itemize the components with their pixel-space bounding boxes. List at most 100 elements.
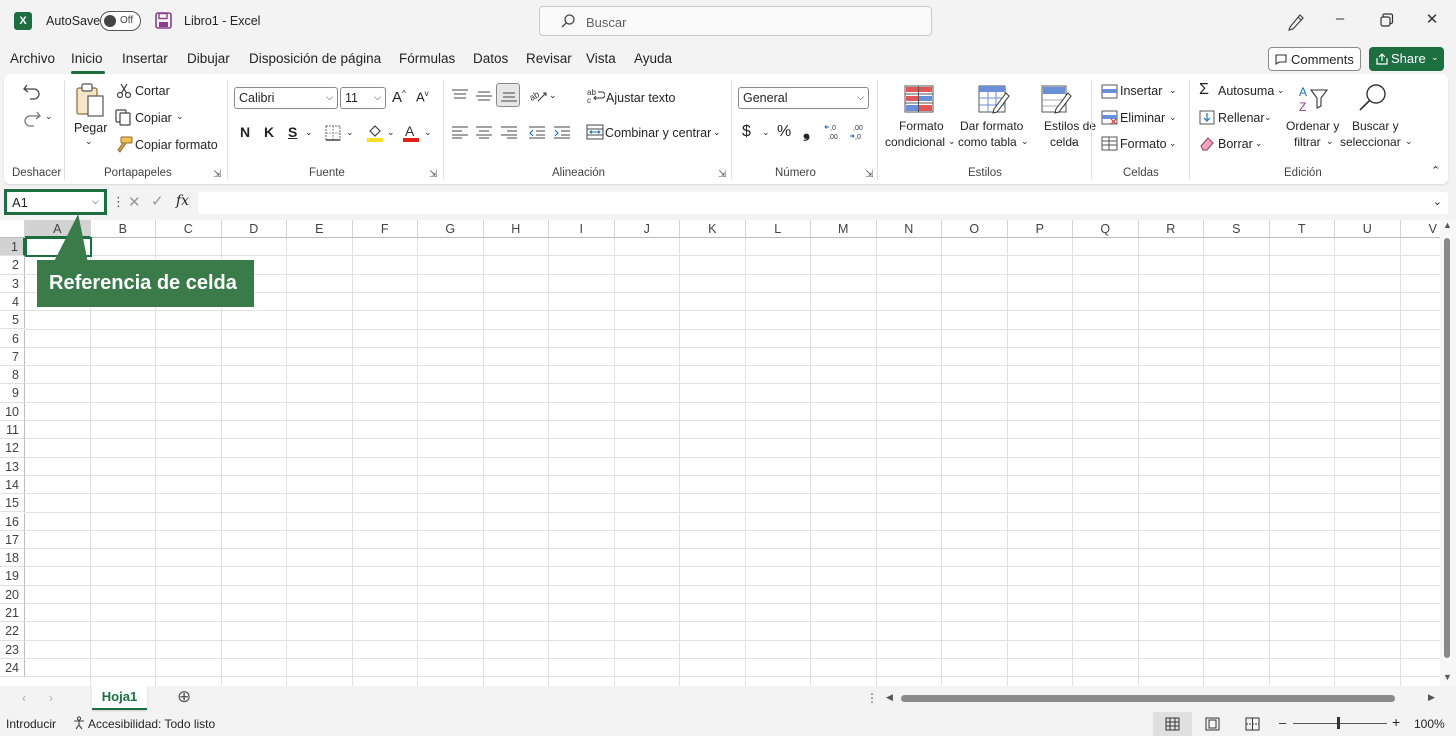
format-table-chevron-icon[interactable]: ⌄ bbox=[1021, 136, 1029, 147]
conditional-chevron-icon[interactable]: ⌄ bbox=[948, 136, 956, 147]
font-size-select[interactable]: 11 ⌵ bbox=[340, 87, 386, 109]
row-header-23[interactable]: 23 bbox=[0, 640, 25, 659]
row-header-22[interactable]: 22 bbox=[0, 622, 25, 641]
row-header-14[interactable]: 14 bbox=[0, 475, 25, 495]
scroll-right-icon[interactable]: ▶ bbox=[1428, 692, 1435, 703]
add-sheet-icon[interactable]: ⊕ bbox=[177, 687, 191, 707]
column-header-g[interactable]: G bbox=[418, 220, 484, 238]
format-as-table-label-2[interactable]: como tabla bbox=[958, 135, 1017, 149]
tab-dibujar[interactable]: Dibujar bbox=[187, 51, 230, 66]
row-header-18[interactable]: 18 bbox=[0, 549, 25, 568]
sort-filter-label-1[interactable]: Ordenar y bbox=[1286, 119, 1339, 133]
scroll-up-icon[interactable]: ▲ bbox=[1443, 220, 1452, 230]
column-header-l[interactable]: L bbox=[745, 220, 811, 238]
insert-cells-button[interactable]: Insertar bbox=[1120, 84, 1162, 98]
column-header-d[interactable]: D bbox=[221, 220, 287, 238]
vertical-scrollbar[interactable]: ▲ ▼ bbox=[1440, 220, 1456, 686]
find-select-label-1[interactable]: Buscar y bbox=[1352, 119, 1399, 133]
format-painter-button[interactable]: Copiar formato bbox=[135, 138, 218, 152]
borders-icon[interactable] bbox=[325, 125, 341, 141]
font-color-chevron-icon[interactable]: ⌄ bbox=[424, 127, 432, 138]
zoom-slider-track[interactable] bbox=[1293, 723, 1387, 724]
format-cells-button[interactable]: Formato bbox=[1120, 137, 1167, 151]
paste-label[interactable]: Pegar bbox=[74, 121, 107, 135]
next-sheet-icon[interactable]: › bbox=[49, 691, 53, 705]
cell-styles-label-1[interactable]: Estilos de bbox=[1044, 119, 1096, 133]
alignment-launcher-icon[interactable]: ⇲ bbox=[718, 169, 726, 180]
row-header-16[interactable]: 16 bbox=[0, 512, 25, 531]
minimize-button[interactable]: – bbox=[1328, 10, 1352, 32]
font-name-select[interactable]: Calibri ⌵ bbox=[234, 87, 338, 109]
row-header-21[interactable]: 21 bbox=[0, 604, 25, 623]
sort-filter-icon[interactable]: A Z bbox=[1297, 84, 1329, 114]
align-top-icon[interactable] bbox=[451, 88, 469, 102]
tab-formulas[interactable]: Fórmulas bbox=[399, 51, 455, 66]
increase-font-icon[interactable]: A^ bbox=[392, 89, 406, 106]
row-header-1[interactable]: 1 bbox=[0, 238, 25, 257]
conditional-formatting-label-2[interactable]: condicional bbox=[885, 135, 945, 149]
formula-input[interactable]: ⌄ bbox=[198, 192, 1448, 214]
tab-insertar[interactable]: Insertar bbox=[122, 51, 168, 66]
font-color-icon[interactable]: A bbox=[402, 123, 420, 143]
underline-chevron-icon[interactable]: ⌄ bbox=[305, 127, 313, 138]
tab-revisar[interactable]: Revisar bbox=[526, 51, 572, 66]
row-header-10[interactable]: 10 bbox=[0, 402, 25, 421]
decrease-font-icon[interactable]: Av bbox=[416, 89, 429, 104]
align-right-icon[interactable] bbox=[500, 125, 518, 139]
column-header-p[interactable]: P bbox=[1007, 220, 1073, 238]
decrease-indent-icon[interactable] bbox=[528, 125, 546, 139]
pen-icon[interactable] bbox=[1284, 10, 1308, 32]
name-box[interactable]: A1 ⌵ bbox=[4, 189, 107, 215]
percent-button[interactable]: % bbox=[777, 123, 791, 141]
row-header-19[interactable]: 19 bbox=[0, 567, 25, 586]
column-header-q[interactable]: Q bbox=[1073, 220, 1139, 238]
orientation-icon[interactable]: ab bbox=[528, 87, 548, 103]
page-break-view-icon[interactable] bbox=[1245, 717, 1260, 731]
wrap-text-button[interactable]: Ajustar texto bbox=[606, 91, 675, 105]
copy-chevron-icon[interactable]: ⌄ bbox=[176, 111, 184, 122]
page-layout-view-icon[interactable] bbox=[1205, 717, 1220, 731]
fill-chevron-icon[interactable]: ⌄ bbox=[1264, 112, 1272, 123]
row-header-6[interactable]: 6 bbox=[0, 329, 25, 348]
sheet-options-icon[interactable]: ⋮ bbox=[866, 691, 878, 705]
autosum-button[interactable]: Autosuma bbox=[1218, 84, 1274, 98]
paste-chevron-icon[interactable]: ⌄ bbox=[85, 136, 93, 147]
column-header-v[interactable]: V bbox=[1400, 220, 1440, 238]
find-select-chevron-icon[interactable]: ⌄ bbox=[1405, 136, 1413, 147]
zoom-in-icon[interactable]: + bbox=[1392, 714, 1400, 730]
insert-chevron-icon[interactable]: ⌄ bbox=[1169, 85, 1177, 96]
column-header-c[interactable]: C bbox=[156, 220, 222, 238]
redo-dropdown-chevron-icon[interactable]: ⌄ bbox=[45, 111, 53, 122]
tab-disposicion[interactable]: Disposición de página bbox=[249, 51, 381, 66]
row-header-12[interactable]: 12 bbox=[0, 439, 25, 458]
orientation-chevron-icon[interactable]: ⌄ bbox=[549, 90, 557, 101]
chevron-down-icon[interactable]: ⌄ bbox=[1431, 52, 1439, 63]
clear-button[interactable]: Borrar bbox=[1218, 137, 1253, 151]
merge-chevron-icon[interactable]: ⌄ bbox=[713, 127, 721, 138]
column-header-b[interactable]: B bbox=[90, 220, 156, 238]
italic-button[interactable]: K bbox=[264, 124, 274, 140]
autosave-toggle[interactable]: Off bbox=[100, 11, 141, 31]
column-header-e[interactable]: E bbox=[287, 220, 353, 238]
row-header-9[interactable]: 9 bbox=[0, 384, 25, 403]
collapse-ribbon-icon[interactable]: ⌃ bbox=[1431, 164, 1440, 177]
delete-chevron-icon[interactable]: ⌄ bbox=[1169, 112, 1177, 123]
merge-center-button[interactable]: Combinar y centrar bbox=[605, 126, 711, 140]
column-header-i[interactable]: I bbox=[549, 220, 615, 238]
cell-styles-icon[interactable] bbox=[1041, 85, 1073, 115]
row-header-7[interactable]: 7 bbox=[0, 347, 25, 367]
row-header-24[interactable]: 24 bbox=[0, 658, 25, 678]
undo-icon[interactable] bbox=[22, 82, 42, 100]
row-header-3[interactable]: 3 bbox=[0, 274, 25, 293]
column-header-o[interactable]: O bbox=[942, 220, 1008, 238]
zoom-level[interactable]: 100% bbox=[1414, 717, 1445, 731]
column-header-n[interactable]: N bbox=[876, 220, 942, 238]
column-header-t[interactable]: T bbox=[1269, 220, 1335, 238]
row-header-4[interactable]: 4 bbox=[0, 292, 25, 312]
search-box[interactable]: Buscar bbox=[539, 6, 932, 36]
conditional-formatting-label-1[interactable]: Formato bbox=[899, 119, 944, 133]
conditional-formatting-icon[interactable] bbox=[904, 85, 934, 113]
cancel-icon[interactable]: ✕ bbox=[128, 193, 141, 211]
close-button[interactable]: ✕ bbox=[1420, 10, 1444, 32]
redo-icon[interactable] bbox=[22, 109, 42, 127]
